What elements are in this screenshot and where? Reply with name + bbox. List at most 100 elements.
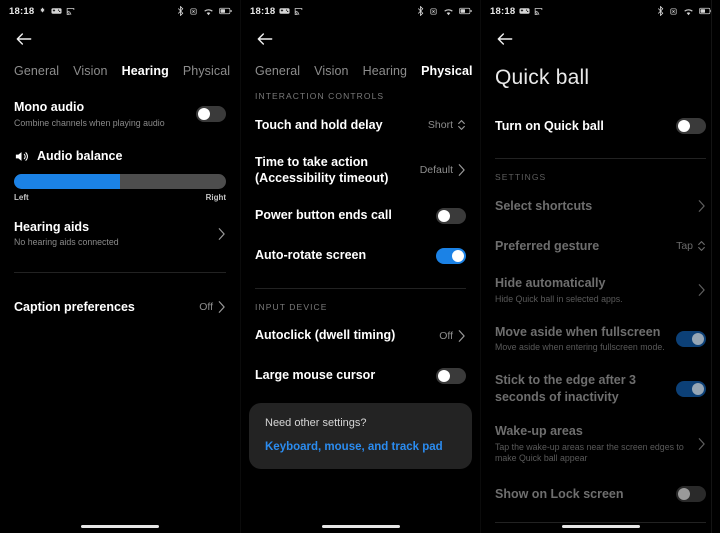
navigation-bar <box>0 22 240 56</box>
row-time-to-take-action-title-line1: Time to take action <box>255 155 368 169</box>
cast-icon <box>295 7 303 15</box>
wifi-icon <box>684 8 693 15</box>
toggle-knob <box>692 382 704 395</box>
row-caption-preferences[interactable]: Caption preferences Off <box>14 287 226 327</box>
auto-rotate-screen-toggle[interactable] <box>436 247 466 264</box>
row-auto-rotate-screen[interactable]: Auto-rotate screen <box>255 236 466 276</box>
row-wake-up-areas-subtitle: Tap the wake-up areas near the screen ed… <box>495 441 684 464</box>
large-mouse-cursor-toggle[interactable] <box>436 367 466 384</box>
row-hide-automatically-text: Hide automatically Hide Quick ball in se… <box>495 275 697 306</box>
toggle-knob <box>438 209 450 222</box>
back-button[interactable] <box>495 29 515 49</box>
section-label-interaction-controls: INTERACTION CONTROLS <box>255 91 385 101</box>
status-bar-clock: 18:18 <box>490 5 516 17</box>
row-move-aside-when-fullscreen[interactable]: Move aside when fullscreen Move aside wh… <box>495 315 706 364</box>
status-bar-clock: 18:18 <box>9 5 35 17</box>
scrollbar-track[interactable] <box>711 0 712 533</box>
row-hearing-aids-text: Hearing aids No hearing aids connected <box>14 219 217 250</box>
panel-accessibility-hearing: 18:18 General Vision Hearing Physical Mo… <box>0 0 240 533</box>
row-select-shortcuts[interactable]: Select shortcuts <box>495 186 706 226</box>
row-autoclick-text: Autoclick (dwell timing) <box>255 327 439 343</box>
row-time-to-take-action-title-line2: (Accessibility timeout) <box>255 171 389 186</box>
stick-to-the-edge-toggle[interactable] <box>676 380 706 397</box>
row-stick-to-the-edge[interactable]: Stick to the edge after 3 seconds of ina… <box>495 363 706 414</box>
row-caption-preferences-title: Caption preferences <box>14 300 135 315</box>
tab-hearing[interactable]: Hearing <box>363 64 407 78</box>
tab-general[interactable]: General <box>255 64 300 78</box>
tab-hearing[interactable]: Hearing <box>122 64 169 78</box>
row-auto-rotate-screen-text: Auto-rotate screen <box>255 247 436 263</box>
row-show-on-lock-screen-text: Show on Lock screen <box>495 486 676 502</box>
hearing-settings-list: Mono audio Combine channels when playing… <box>0 78 240 327</box>
chevron-right-icon <box>218 301 225 314</box>
stepper-updown-icon <box>458 120 465 130</box>
row-show-on-lock-screen[interactable]: Show on Lock screen <box>495 474 706 514</box>
row-autoclick[interactable]: Autoclick (dwell timing) Off <box>255 316 466 356</box>
bluetooth-icon <box>417 6 424 16</box>
row-touch-and-hold-delay-text: Touch and hold delay <box>255 117 428 133</box>
chevron-right-icon <box>218 228 225 240</box>
quick-ball-content: Quick ball Turn on Quick ball SETTINGS S… <box>481 56 720 524</box>
need-other-settings-card: Need other settings? Keyboard, mouse, an… <box>249 403 472 469</box>
physical-settings-list: INTERACTION CONTROLS Touch and hold dela… <box>241 78 480 396</box>
navigation-bar <box>241 22 480 56</box>
row-power-button-ends-call[interactable]: Power button ends call <box>255 196 466 236</box>
keyboard-mouse-trackpad-link[interactable]: Keyboard, mouse, and track pad <box>265 441 456 453</box>
audio-balance-slider[interactable] <box>14 173 226 189</box>
row-turn-on-quick-ball[interactable]: Turn on Quick ball <box>495 106 706 146</box>
row-touch-and-hold-delay[interactable]: Touch and hold delay Short <box>255 105 466 145</box>
row-caption-preferences-value: Off <box>199 301 213 314</box>
row-preferred-gesture-title: Preferred gesture <box>495 238 600 253</box>
row-hide-automatically[interactable]: Hide automatically Hide Quick ball in se… <box>495 266 706 315</box>
row-mono-audio[interactable]: Mono audio Combine channels when playing… <box>14 90 226 139</box>
row-preferred-gesture[interactable]: Preferred gesture Tap <box>495 226 706 266</box>
tab-general[interactable]: General <box>14 64 59 78</box>
row-touch-and-hold-delay-title: Touch and hold delay <box>255 117 383 132</box>
chevron-right-icon <box>698 438 705 450</box>
move-aside-when-fullscreen-toggle[interactable] <box>676 330 706 347</box>
audio-balance-title: Audio balance <box>37 149 123 164</box>
status-bar-right-icons <box>657 6 712 16</box>
row-hearing-aids[interactable]: Hearing aids No hearing aids connected <box>14 210 226 259</box>
row-move-aside-when-fullscreen-subtitle: Move aside when entering fullscreen mode… <box>495 342 665 353</box>
tab-vision[interactable]: Vision <box>314 64 348 78</box>
home-indicator <box>561 525 640 528</box>
power-button-ends-call-toggle[interactable] <box>436 207 466 224</box>
row-autoclick-title: Autoclick (dwell timing) <box>255 328 396 343</box>
navigation-bar <box>481 22 720 56</box>
mono-audio-toggle[interactable] <box>196 106 226 123</box>
row-mono-audio-title: Mono audio <box>14 100 85 114</box>
toggle-knob <box>692 332 704 345</box>
chevron-right-icon <box>458 164 465 177</box>
back-button[interactable] <box>255 29 275 49</box>
speaker-icon <box>15 151 28 161</box>
tab-physical[interactable]: Physical <box>421 64 473 78</box>
wifi-icon <box>444 8 453 15</box>
status-bar-left-icons <box>279 7 303 16</box>
status-bar-left-icons <box>519 7 543 16</box>
show-on-lock-screen-toggle[interactable] <box>676 486 706 503</box>
row-hearing-aids-title: Hearing aids <box>14 219 90 234</box>
stepper-updown-icon <box>698 241 705 251</box>
turn-on-quick-ball-toggle[interactable] <box>676 118 706 134</box>
battery-icon <box>459 7 472 15</box>
row-time-to-take-action-text: Time to take action (Accessibility timeo… <box>255 154 420 187</box>
row-power-button-ends-call-title: Power button ends call <box>255 208 392 223</box>
row-wake-up-areas[interactable]: Wake-up areas Tap the wake-up areas near… <box>495 414 706 475</box>
tab-physical[interactable]: Physical <box>183 64 230 78</box>
chevron-right-icon <box>698 284 705 297</box>
vibrate-icon <box>430 7 437 15</box>
chevron-right-icon <box>458 329 465 342</box>
back-button[interactable] <box>14 29 34 49</box>
row-turn-on-quick-ball-text: Turn on Quick ball <box>495 118 676 134</box>
row-large-mouse-cursor[interactable]: Large mouse cursor <box>255 356 466 396</box>
row-stick-to-the-edge-text: Stick to the edge after 3 seconds of ina… <box>495 372 676 405</box>
accessibility-tabs: General Vision Hearing Physical <box>241 56 480 78</box>
status-bar-clock: 18:18 <box>250 5 276 17</box>
game-controller-icon <box>279 8 290 14</box>
row-time-to-take-action[interactable]: Time to take action (Accessibility timeo… <box>255 145 466 196</box>
audio-balance-right-label: Right <box>205 192 226 202</box>
row-time-to-take-action-value: Default <box>419 164 453 177</box>
accessibility-tabs: General Vision Hearing Physical <box>0 56 240 78</box>
tab-vision[interactable]: Vision <box>73 64 107 78</box>
